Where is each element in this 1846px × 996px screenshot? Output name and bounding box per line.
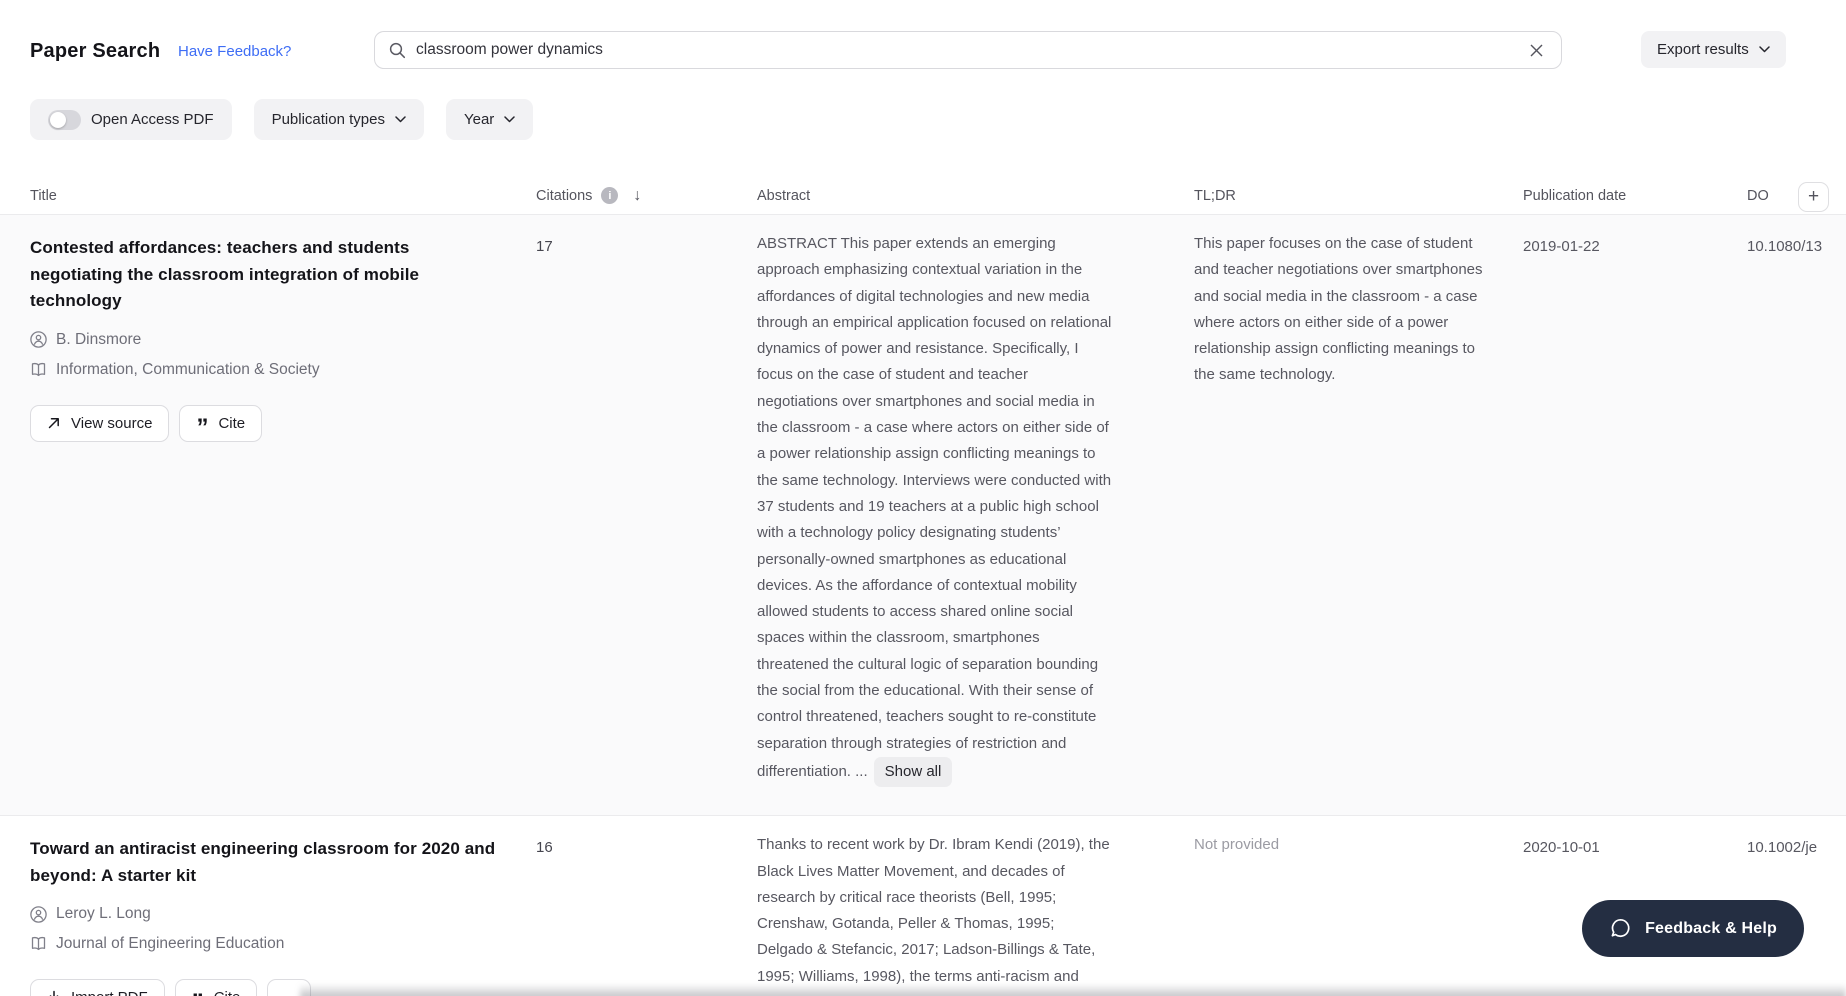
chevron-down-icon	[395, 116, 406, 123]
clear-search-icon[interactable]	[1525, 39, 1547, 61]
tldr-cell: Not provided	[1194, 816, 1486, 996]
import-pdf-button[interactable]: Import PDF	[30, 979, 165, 996]
download-icon	[47, 990, 61, 996]
cite-button[interactable]: ” Cite	[179, 405, 262, 442]
abstract-cell: ABSTRACT This paper extends an emerging …	[757, 215, 1113, 815]
journal-icon	[30, 362, 47, 378]
open-access-toggle[interactable]	[48, 110, 81, 130]
journal-icon	[30, 936, 47, 952]
citations-info-icon[interactable]: i	[601, 187, 618, 204]
filter-bar: Open Access PDF Publication types Year	[30, 99, 533, 140]
search-icon	[389, 42, 406, 59]
have-feedback-link[interactable]: Have Feedback?	[178, 43, 291, 60]
search-bar[interactable]	[374, 31, 1562, 69]
doi-value: 10.1080/13	[1747, 215, 1846, 815]
cite-button[interactable]: ” Cite	[175, 979, 258, 996]
open-access-pdf-filter[interactable]: Open Access PDF	[30, 99, 232, 140]
paper-venue: Journal of Engineering Education	[30, 935, 536, 953]
chevron-down-icon	[1759, 46, 1770, 53]
column-header-publication-date: Publication date	[1523, 188, 1747, 204]
abstract-cell: Thanks to recent work by Dr. Ibram Kendi…	[757, 816, 1113, 996]
paper-authors: B. Dinsmore	[30, 331, 536, 349]
paper-search-page: Paper Search Have Feedback? Export resul…	[0, 0, 1846, 996]
results-table: Title Citations i ↓ Abstract TL;DR Publi…	[0, 177, 1846, 996]
paper-venue: Information, Communication & Society	[30, 361, 536, 379]
view-source-button[interactable]: View source	[30, 405, 169, 442]
author-icon	[30, 331, 47, 348]
author-icon	[30, 906, 47, 923]
show-all-button[interactable]: Show all	[874, 757, 953, 787]
publication-date-value: 2019-01-22	[1523, 215, 1747, 815]
column-header-title: Title	[0, 188, 536, 204]
tldr-cell: This paper focuses on the case of studen…	[1194, 215, 1486, 815]
quote-icon: ”	[196, 423, 208, 433]
search-input[interactable]	[416, 41, 1525, 59]
column-header-abstract: Abstract	[757, 188, 1194, 204]
external-link-icon	[47, 416, 61, 430]
more-options-button[interactable]	[267, 979, 311, 996]
citations-value: 16	[536, 816, 757, 996]
paper-title[interactable]: Contested affordances: teachers and stud…	[30, 235, 460, 315]
paper-authors: Leroy L. Long	[30, 905, 536, 923]
column-header-tldr: TL;DR	[1194, 188, 1523, 204]
add-column-button[interactable]: +	[1798, 182, 1829, 212]
chat-bubble-icon	[1609, 917, 1632, 940]
citations-value: 17	[536, 215, 757, 815]
sort-descending-icon[interactable]: ↓	[633, 187, 641, 205]
paper-title[interactable]: Toward an antiracist engineering classro…	[30, 836, 515, 889]
table-header-row: Title Citations i ↓ Abstract TL;DR Publi…	[0, 177, 1846, 215]
year-filter[interactable]: Year	[446, 99, 533, 140]
export-results-button[interactable]: Export results	[1641, 31, 1786, 68]
table-row: Toward an antiracist engineering classro…	[0, 816, 1846, 996]
table-row: Contested affordances: teachers and stud…	[0, 215, 1846, 816]
chevron-down-icon	[504, 116, 515, 123]
column-header-doi: DO	[1747, 188, 1846, 204]
column-header-citations: Citations i ↓	[536, 187, 757, 205]
publication-types-filter[interactable]: Publication types	[254, 99, 424, 140]
feedback-help-button[interactable]: Feedback & Help	[1582, 900, 1804, 957]
page-title: Paper Search	[30, 40, 160, 63]
